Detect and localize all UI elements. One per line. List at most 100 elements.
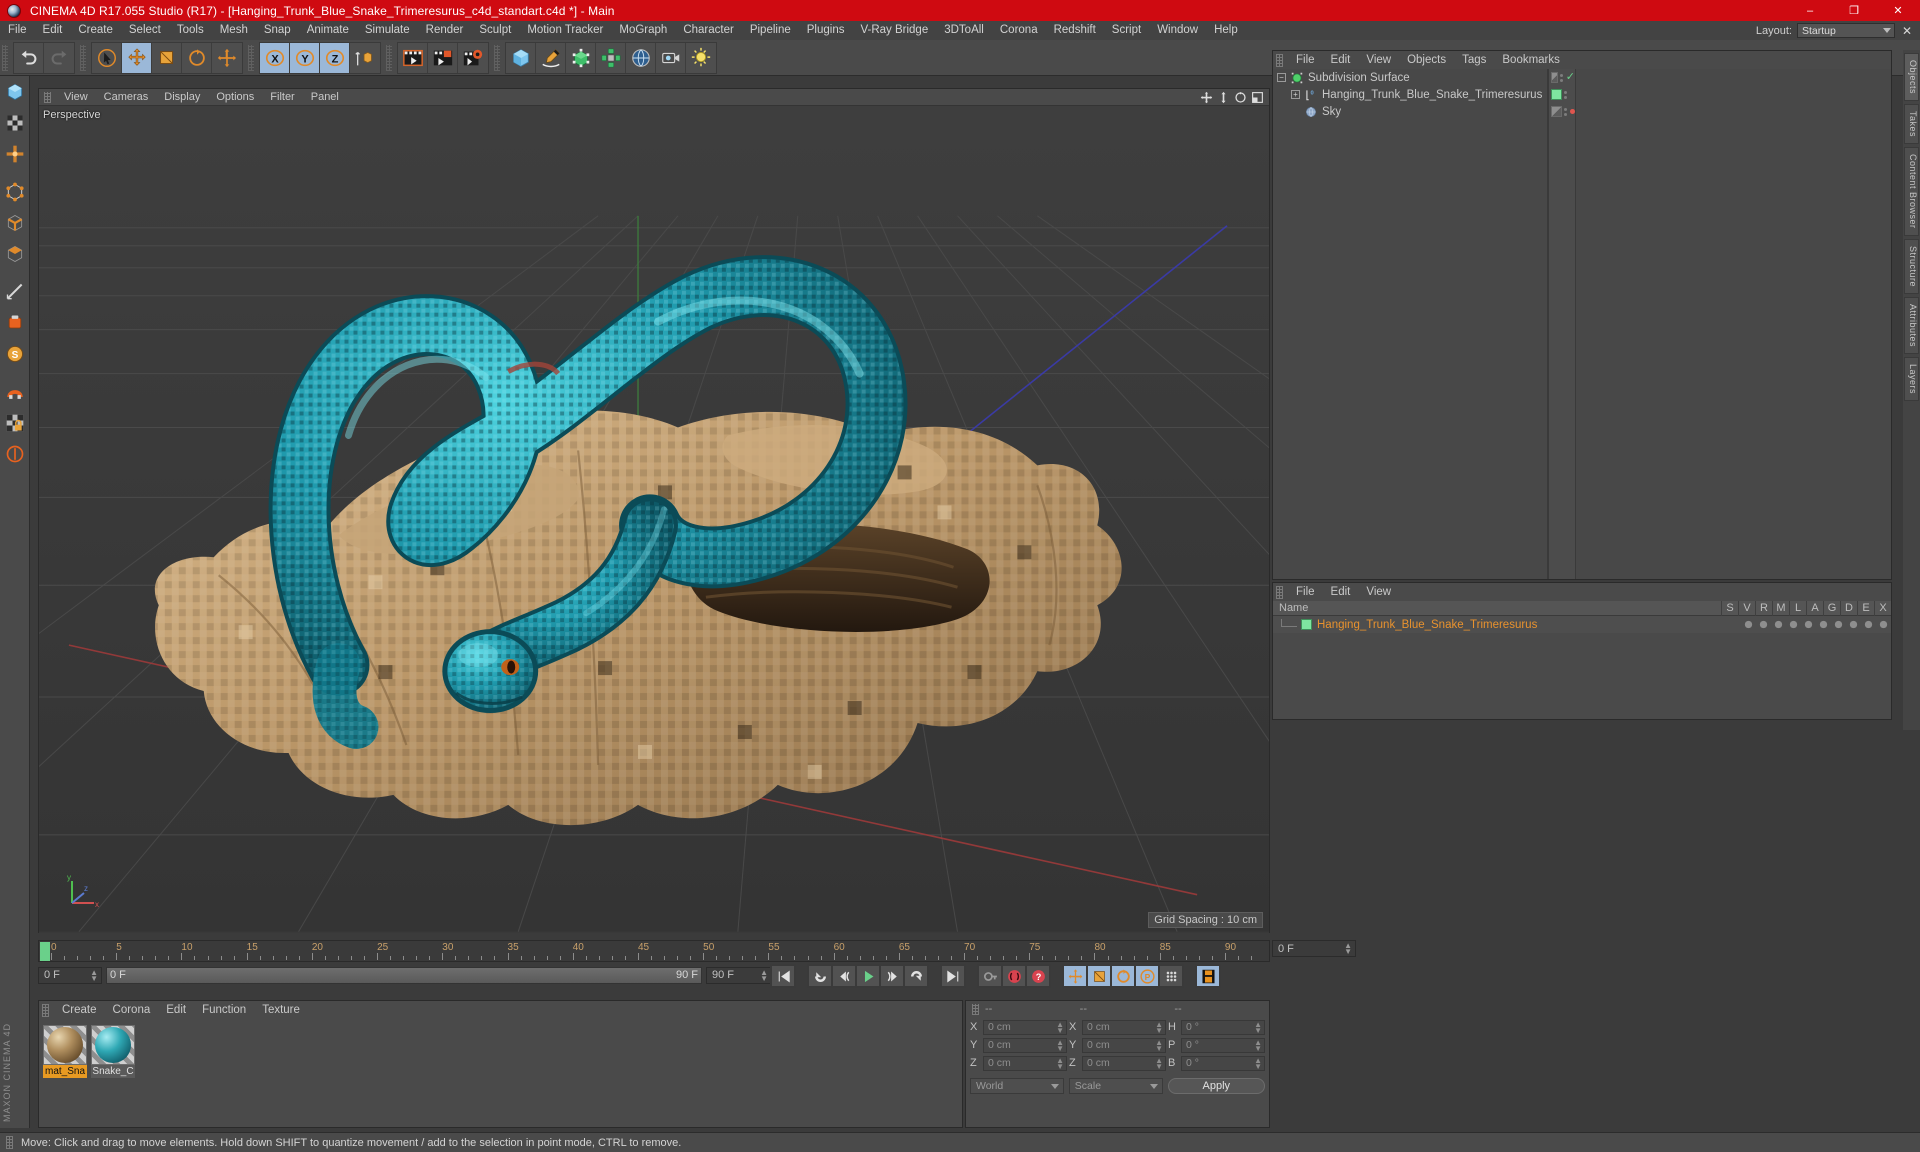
- coordinate-position-input[interactable]: 0 cm ▲ ▼: [983, 1037, 1067, 1053]
- viewport-rotate-icon[interactable]: [1234, 91, 1247, 104]
- tool-workplane[interactable]: [1, 308, 29, 338]
- object-tag-row[interactable]: ✓: [1549, 69, 1575, 86]
- add-spline-button[interactable]: [536, 42, 566, 73]
- dynamics-tag-icon[interactable]: [1861, 618, 1876, 631]
- menu-item-script[interactable]: Script: [1104, 21, 1149, 40]
- menu-item-tools[interactable]: Tools: [169, 21, 212, 40]
- material-preview[interactable]: [43, 1025, 87, 1065]
- add-camera-button[interactable]: [656, 42, 686, 73]
- apply-button[interactable]: Apply: [1167, 1078, 1266, 1094]
- anim-tag-icon[interactable]: [1831, 618, 1846, 631]
- coordinate-rotation-input[interactable]: 0 ° ▲ ▼: [1181, 1055, 1265, 1071]
- menu-item-render[interactable]: Render: [418, 21, 472, 40]
- menu-item-3dtoall[interactable]: 3DToAll: [936, 21, 992, 40]
- object-manager-empty-area[interactable]: [1576, 69, 1891, 579]
- stepper-icon[interactable]: ▲ ▼: [1056, 1038, 1064, 1052]
- play-forward-button[interactable]: [856, 965, 880, 987]
- toolbar-grip[interactable]: [80, 44, 86, 71]
- objmgr-menu-view[interactable]: View: [1358, 51, 1399, 69]
- minimize-button[interactable]: –: [1788, 0, 1832, 21]
- layout-dropdown[interactable]: Startup: [1797, 23, 1895, 38]
- timeline-frame-field[interactable]: 0 F ▲ ▼: [1272, 940, 1356, 957]
- material-item[interactable]: mat_Sna: [43, 1025, 87, 1078]
- coordinate-size-input[interactable]: 0 cm ▲ ▼: [1082, 1019, 1166, 1035]
- lock-z-button[interactable]: Z: [320, 42, 350, 73]
- menu-item-redshift[interactable]: Redshift: [1046, 21, 1104, 40]
- toolbar-grip[interactable]: [386, 44, 392, 71]
- menu-item-corona[interactable]: Corona: [992, 21, 1046, 40]
- render-view-button[interactable]: [398, 42, 428, 73]
- tool-model-mode[interactable]: [1, 77, 29, 107]
- stepper-icon[interactable]: ▲ ▼: [1155, 1020, 1163, 1034]
- viewport-menu-options[interactable]: Options: [208, 89, 262, 106]
- attrmgr-menu-edit[interactable]: Edit: [1323, 583, 1359, 601]
- stepper-icon[interactable]: ▲ ▼: [1155, 1056, 1163, 1070]
- coordinate-rotation-input[interactable]: 0 ° ▲ ▼: [1181, 1019, 1265, 1035]
- scale-key-button[interactable]: [1087, 965, 1111, 987]
- matmgr-menu-function[interactable]: Function: [194, 1001, 254, 1019]
- objmgr-menu-bookmarks[interactable]: Bookmarks: [1494, 51, 1568, 69]
- move-tool-button[interactable]: [122, 42, 152, 73]
- object-tag-icon[interactable]: [1551, 72, 1558, 83]
- menu-item-v-ray-bridge[interactable]: V-Ray Bridge: [852, 21, 936, 40]
- panel-grip-icon[interactable]: [1276, 53, 1283, 67]
- xpresso-tag-icon[interactable]: [1876, 618, 1891, 631]
- layout-close-icon[interactable]: ✕: [1900, 24, 1914, 38]
- stepper-icon[interactable]: ▲ ▼: [1254, 1056, 1262, 1070]
- menu-item-select[interactable]: Select: [121, 21, 169, 40]
- tree-expander-icon[interactable]: −: [1277, 73, 1286, 82]
- step-forward-button[interactable]: [880, 965, 904, 987]
- tool-edge-mode[interactable]: [1, 208, 29, 238]
- tool-uv-mode[interactable]: S: [1, 339, 29, 369]
- panel-grip-icon[interactable]: [42, 1003, 49, 1017]
- display-tag-icon[interactable]: [1756, 618, 1771, 631]
- world-object-toggle[interactable]: [350, 43, 380, 73]
- scale-tool-button[interactable]: [152, 42, 182, 73]
- material-swatch-icon[interactable]: [1301, 619, 1312, 630]
- stepper-icon[interactable]: ▲ ▼: [1155, 1038, 1163, 1052]
- objmgr-menu-file[interactable]: File: [1288, 51, 1323, 69]
- menu-item-mograph[interactable]: MoGraph: [611, 21, 675, 40]
- step-back-button[interactable]: [832, 965, 856, 987]
- redo-button[interactable]: [44, 43, 74, 73]
- panel-grip-icon[interactable]: [44, 91, 51, 103]
- menu-item-create[interactable]: Create: [70, 21, 121, 40]
- render-tag-icon[interactable]: [1771, 618, 1786, 631]
- deform-tag-icon[interactable]: [1846, 618, 1861, 631]
- position-key-button[interactable]: [1063, 965, 1087, 987]
- matmgr-menu-texture[interactable]: Texture: [254, 1001, 308, 1019]
- attrmgr-menu-view[interactable]: View: [1358, 583, 1399, 601]
- menu-item-edit[interactable]: Edit: [35, 21, 71, 40]
- tool-texture-mode[interactable]: [1, 108, 29, 138]
- coordinate-size-input[interactable]: 0 cm ▲ ▼: [1082, 1055, 1166, 1071]
- coordinate-mode-dropdown[interactable]: Scale: [1068, 1078, 1163, 1094]
- coordinate-position-input[interactable]: 0 cm ▲ ▼: [983, 1019, 1067, 1035]
- toolbar-grip[interactable]: [2, 44, 8, 71]
- lock-tag-icon[interactable]: [1801, 618, 1816, 631]
- menu-item-mesh[interactable]: Mesh: [212, 21, 256, 40]
- tab-attributes[interactable]: Attributes: [1904, 296, 1919, 354]
- stepper-icon[interactable]: ▲ ▼: [760, 968, 768, 982]
- deformers-button[interactable]: [596, 42, 626, 73]
- stepper-icon[interactable]: ▲ ▼: [1254, 1020, 1262, 1034]
- tree-expander-icon[interactable]: +: [1291, 90, 1300, 99]
- panel-grip-icon[interactable]: [6, 1136, 13, 1149]
- go-to-start-button[interactable]: [771, 965, 795, 987]
- panel-grip-icon[interactable]: [1276, 585, 1283, 599]
- viewport-maximize-icon[interactable]: [1251, 91, 1264, 104]
- viewport-menu-view[interactable]: View: [56, 89, 96, 106]
- viewport-menu-filter[interactable]: Filter: [262, 89, 302, 106]
- object-row[interactable]: Sky: [1273, 103, 1547, 120]
- stepper-icon[interactable]: ▲ ▼: [1056, 1020, 1064, 1034]
- stepper-icon[interactable]: ▲ ▼: [90, 968, 98, 982]
- move-axis-button[interactable]: [212, 43, 242, 73]
- object-tree[interactable]: − Subdivision Surface +0 Hanging_Trunk_Blue…: [1273, 69, 1548, 579]
- menu-item-motion-tracker[interactable]: Motion Tracker: [519, 21, 611, 40]
- object-visibility-dots[interactable]: [1559, 73, 1563, 82]
- keyframe-selection-button[interactable]: ?: [1026, 965, 1050, 987]
- tab-content-browser[interactable]: Content Browser: [1904, 147, 1919, 236]
- rotate-tool-button[interactable]: [182, 42, 212, 73]
- toolbar-grip[interactable]: [494, 44, 500, 71]
- object-row[interactable]: − Subdivision Surface: [1273, 69, 1547, 86]
- tool-texture-lock[interactable]: [1, 408, 29, 438]
